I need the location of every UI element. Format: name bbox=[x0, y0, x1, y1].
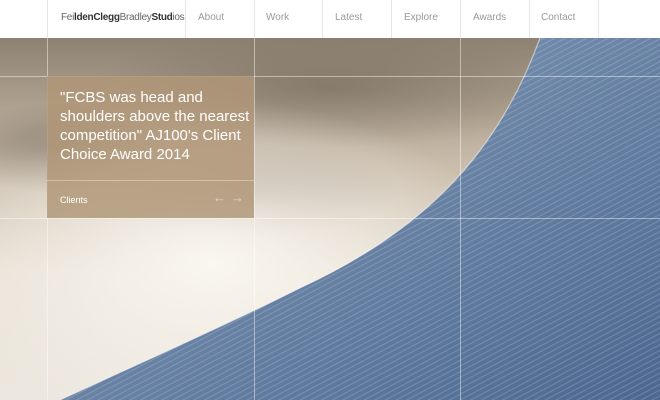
header-divider bbox=[391, 0, 392, 38]
nav-awards[interactable]: Awards bbox=[473, 12, 506, 23]
page: FeildenCleggBradleyStudios About Work La… bbox=[0, 0, 660, 400]
arrow-left-icon[interactable]: ← bbox=[213, 190, 226, 205]
quote-panel: "FCBS was head and shoulders above the n… bbox=[47, 76, 254, 218]
nav-contact[interactable]: Contact bbox=[541, 12, 575, 23]
hero-slider: "FCBS was head and shoulders above the n… bbox=[0, 38, 660, 400]
header-divider bbox=[598, 0, 599, 38]
arrow-right-icon[interactable]: → bbox=[231, 190, 244, 205]
header-divider bbox=[460, 0, 461, 38]
nav-explore[interactable]: Explore bbox=[404, 12, 438, 23]
quote-text: "FCBS was head and shoulders above the n… bbox=[60, 89, 250, 163]
header-divider bbox=[529, 0, 530, 38]
quote-divider bbox=[47, 180, 254, 181]
grid-line bbox=[254, 38, 255, 400]
nav-latest[interactable]: Latest bbox=[335, 12, 362, 23]
nav-work[interactable]: Work bbox=[266, 12, 289, 23]
site-logo[interactable]: FeildenCleggBradleyStudios bbox=[61, 12, 185, 23]
site-header: FeildenCleggBradleyStudios About Work La… bbox=[0, 0, 660, 38]
clients-link[interactable]: Clients bbox=[60, 195, 88, 205]
header-divider bbox=[254, 0, 255, 38]
nav-about[interactable]: About bbox=[198, 12, 224, 23]
header-divider bbox=[185, 0, 186, 38]
header-divider bbox=[47, 0, 48, 38]
grid-line bbox=[460, 38, 461, 400]
grid-line bbox=[0, 218, 660, 219]
header-divider bbox=[322, 0, 323, 38]
